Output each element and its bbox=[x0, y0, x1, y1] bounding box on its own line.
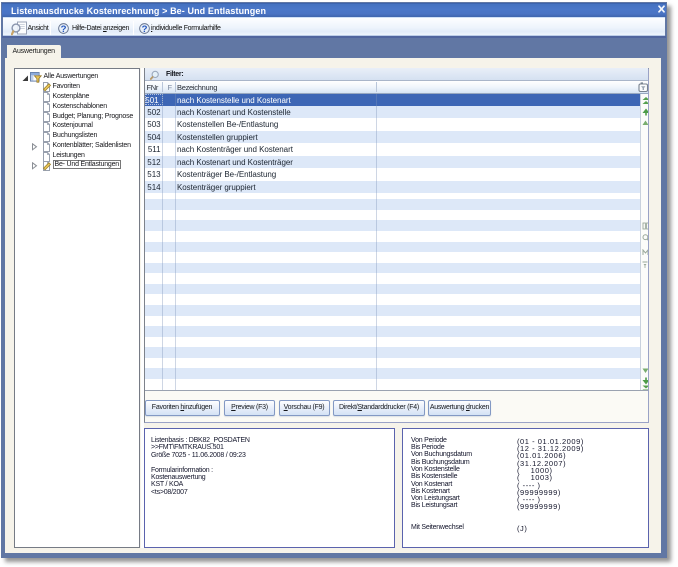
svg-text:?: ? bbox=[142, 24, 148, 34]
svg-text:?: ? bbox=[61, 24, 67, 34]
